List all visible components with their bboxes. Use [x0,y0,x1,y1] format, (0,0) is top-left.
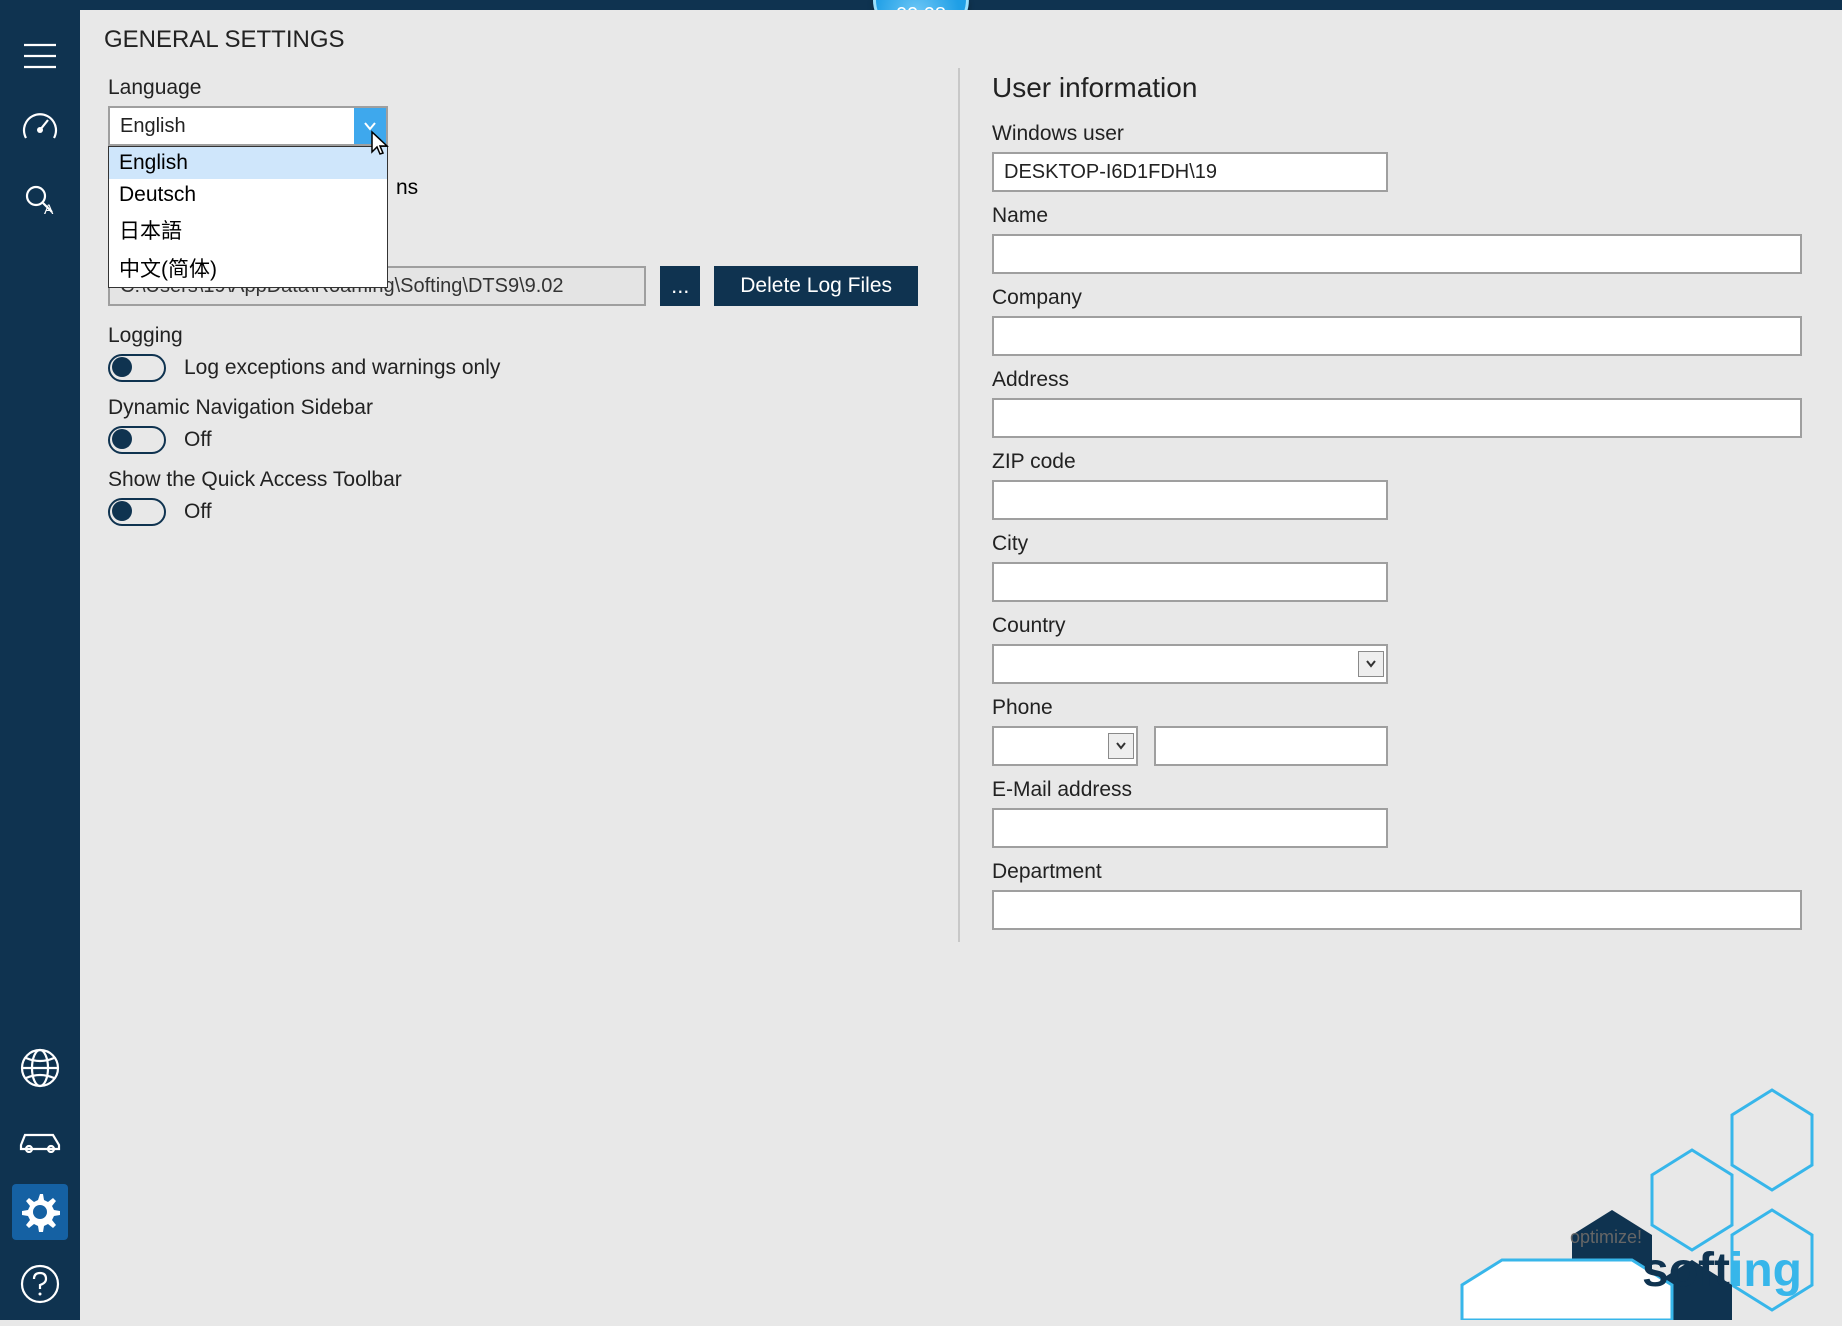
name-input[interactable] [992,234,1802,274]
logging-status: Log exceptions and warnings only [184,356,500,380]
country-label: Country [992,614,1802,638]
language-option[interactable]: 中文(简体) [109,249,387,287]
country-input[interactable] [992,644,1388,684]
address-label: Address [992,368,1802,392]
email-input[interactable] [992,808,1388,848]
sidebar: A [0,10,80,1320]
company-input[interactable] [992,316,1802,356]
windows-user-label: Windows user [992,122,1802,146]
logging-label: Logging [108,324,918,348]
globe-icon[interactable] [12,1040,68,1096]
branding-logo: optimize! softing [1382,1060,1842,1320]
qat-status: Off [184,500,212,524]
phone-cc-select[interactable] [992,726,1138,766]
brand-tagline: optimize! [1570,1227,1642,1248]
city-input[interactable] [992,562,1388,602]
department-input[interactable] [992,890,1802,930]
zip-label: ZIP code [992,450,1802,474]
device-icon[interactable]: A [12,172,68,228]
language-input[interactable] [108,106,388,146]
city-label: City [992,532,1802,556]
svg-text:A: A [44,201,54,217]
dynnav-status: Off [184,428,212,452]
country-select[interactable] [992,644,1388,684]
language-label: Language [108,76,918,100]
phone-cc-input[interactable] [992,726,1138,766]
email-label: E-Mail address [992,778,1802,802]
zip-input[interactable] [992,480,1388,520]
language-select[interactable]: English Deutsch 日本語 中文(简体) [108,106,388,146]
obscured-text: ns [396,176,418,200]
logging-toggle[interactable] [108,354,166,382]
phone-number-input[interactable] [1154,726,1388,766]
address-input[interactable] [992,398,1802,438]
dynnav-toggle[interactable] [108,426,166,454]
car-icon[interactable] [12,1112,68,1168]
gauge-icon[interactable] [12,100,68,156]
language-dropdown: English Deutsch 日本語 中文(简体) [108,146,388,288]
chevron-down-icon[interactable] [354,108,386,144]
qat-label: Show the Quick Access Toolbar [108,468,918,492]
userinfo-heading: User information [992,72,1802,104]
phone-label: Phone [992,696,1802,720]
page-title: GENERAL SETTINGS [80,10,1842,68]
language-option[interactable]: 日本語 [109,211,387,249]
help-icon[interactable] [12,1256,68,1312]
browse-button[interactable]: ... [660,266,700,306]
windows-user-input[interactable] [992,152,1388,192]
language-option[interactable]: English [109,147,387,179]
qat-toggle[interactable] [108,498,166,526]
brand-name: softing [1642,1243,1802,1298]
language-option[interactable]: Deutsch [109,179,387,211]
gear-icon[interactable] [12,1184,68,1240]
delete-log-button[interactable]: Delete Log Files [714,266,918,306]
menu-icon[interactable] [12,28,68,84]
department-label: Department [992,860,1802,884]
hexagon-pattern-icon [1382,1060,1842,1320]
company-label: Company [992,286,1802,310]
titlebar: 09:08 [0,0,1842,10]
name-label: Name [992,204,1802,228]
dynnav-label: Dynamic Navigation Sidebar [108,396,918,420]
